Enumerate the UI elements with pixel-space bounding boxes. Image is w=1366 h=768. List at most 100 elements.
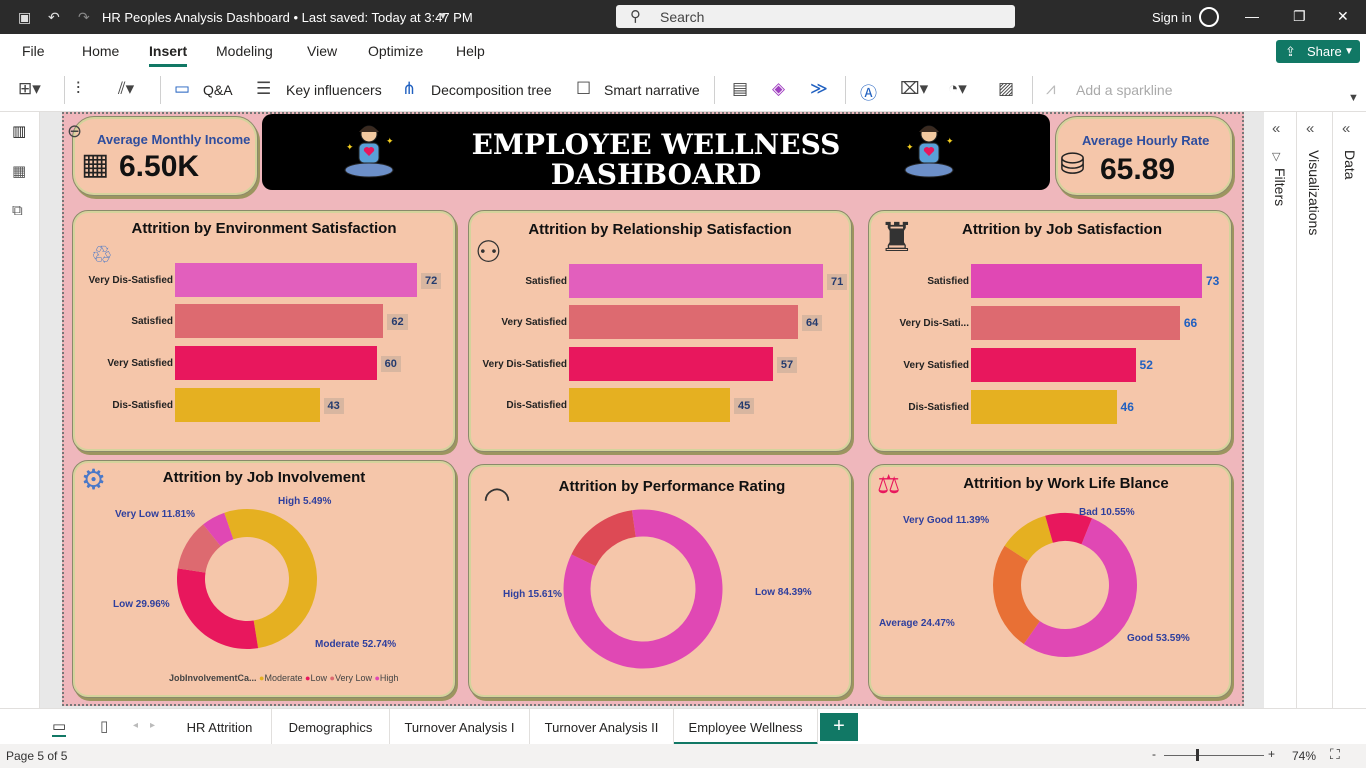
account-icon[interactable] <box>1199 7 1219 27</box>
donut-chart <box>563 509 723 669</box>
desktop-layout-icon[interactable]: ▭ <box>52 717 67 737</box>
paginated-report-icon[interactable]: ▤ <box>732 79 748 99</box>
visualizations-pane-label[interactable]: Visualizations <box>1306 150 1322 235</box>
decomposition-tree-icon[interactable]: ⋔ <box>402 79 416 99</box>
power-apps-icon[interactable]: ◈ <box>772 79 785 99</box>
menu-home[interactable]: Home <box>82 43 119 59</box>
bar[interactable] <box>175 346 377 380</box>
share-button[interactable]: ⇪ Share ▼ <box>1276 40 1360 63</box>
maximize-icon[interactable]: ❐ <box>1293 8 1306 25</box>
donut-slice[interactable] <box>993 545 1040 645</box>
collapse-data-icon[interactable]: « <box>1342 120 1350 137</box>
chart-performance-rating[interactable]: Attrition by Performance Rating ◠ Low 84… <box>468 464 852 698</box>
smart-narrative-button[interactable]: Smart narrative <box>604 82 700 98</box>
report-view-icon[interactable]: ▥ <box>12 122 26 140</box>
decomposition-tree-button[interactable]: Decomposition tree <box>431 82 552 98</box>
menu-view[interactable]: View <box>307 43 337 59</box>
fit-to-page-icon[interactable]: ⛶ <box>1330 746 1340 763</box>
bar[interactable] <box>569 264 823 298</box>
zoom-slider-track[interactable] <box>1164 755 1264 756</box>
prev-page-icon[interactable]: ◂ <box>133 720 138 731</box>
zoom-out-icon[interactable]: - <box>1152 747 1156 761</box>
page-indicator: Page 5 of 5 <box>6 749 68 763</box>
bar[interactable] <box>971 264 1202 298</box>
chart-job-satisfaction[interactable]: Attrition by Job Satisfaction ♜ Satisfie… <box>868 210 1232 452</box>
bar-category-label: Satisfied <box>927 276 969 287</box>
sign-in-link[interactable]: Sign in <box>1152 10 1192 25</box>
bar[interactable] <box>569 305 798 339</box>
bar[interactable] <box>971 390 1117 424</box>
power-automate-icon[interactable]: ≫ <box>810 79 828 99</box>
collapse-visualizations-icon[interactable]: « <box>1306 120 1314 137</box>
close-icon[interactable]: ✕ <box>1337 8 1349 25</box>
bar[interactable] <box>971 348 1136 382</box>
title-dropdown-icon[interactable]: ▼ <box>438 11 448 22</box>
zoom-slider-thumb[interactable] <box>1196 749 1199 761</box>
smart-narrative-icon[interactable]: ☐ <box>576 79 591 99</box>
chart-work-life-balance[interactable]: Attrition by Work Life Blance ⚖ Good 53.… <box>868 464 1232 698</box>
collapse-filters-icon[interactable]: « <box>1272 120 1280 137</box>
menu-file[interactable]: File <box>22 43 45 59</box>
new-visual-icon[interactable]: ⊞▾ <box>18 79 41 99</box>
redo-icon[interactable]: ↷ <box>78 9 90 26</box>
donut-slice[interactable] <box>571 510 636 567</box>
qa-icon[interactable]: ▭ <box>174 79 190 99</box>
filters-pane-label[interactable]: Filters <box>1272 168 1288 206</box>
menu-optimize[interactable]: Optimize <box>368 43 423 59</box>
money-bag-clock-icon: ⛁ <box>1060 148 1086 181</box>
zoom-in-icon[interactable]: + <box>1268 747 1275 761</box>
menu-modeling[interactable]: Modeling <box>216 43 273 59</box>
menu-help[interactable]: Help <box>456 43 485 59</box>
qa-button[interactable]: Q&A <box>203 82 233 98</box>
table-view-icon[interactable]: ▦ <box>12 162 26 180</box>
tab-turnover-analysis-2[interactable]: Turnover Analysis II <box>530 709 674 745</box>
key-influencers-button[interactable]: Key influencers <box>286 82 382 98</box>
bar[interactable] <box>175 304 384 338</box>
chart-legend: JobInvolvementCa... ●Moderate ●Low ●Very… <box>169 673 398 683</box>
chart-relationship-satisfaction[interactable]: Attrition by Relationship Satisfaction ⚇… <box>468 210 852 452</box>
back-arrow-icon[interactable]: ⊖ <box>67 121 82 142</box>
chart-job-involvement[interactable]: Attrition by Job Involvement ⚙ JobInvolv… <box>72 460 456 698</box>
key-influencers-icon[interactable]: ☰ <box>256 79 271 99</box>
bar[interactable] <box>175 263 417 297</box>
undo-icon[interactable]: ↶ <box>48 9 60 26</box>
environment-icon: ♲ <box>91 242 113 269</box>
bar[interactable] <box>971 306 1180 340</box>
search-box[interactable]: ⚲ Search <box>616 5 1015 28</box>
image-icon[interactable]: ▨ <box>998 79 1014 99</box>
data-pane-label[interactable]: Data <box>1342 150 1358 180</box>
mobile-layout-icon[interactable]: ▯ <box>100 717 108 735</box>
legend-item: Very Low <box>334 673 372 683</box>
tab-turnover-analysis-1[interactable]: Turnover Analysis I <box>390 709 530 745</box>
bar[interactable] <box>569 388 730 422</box>
page-tabs: ▭ ▯ ◂ ▸ HR Attrition Demographics Turnov… <box>0 708 1366 745</box>
ribbon-toolbar: ⊞▾ ⫶ ⫽▾ ▭ Q&A ☰ Key influencers ⋔ Decomp… <box>0 68 1366 112</box>
shapes-icon[interactable]: ◔▾ <box>948 79 967 99</box>
kpi-label: Average Hourly Rate <box>1082 133 1210 148</box>
text-box-icon[interactable]: Ⓐ <box>860 79 877 104</box>
buttons-icon[interactable]: ⌧▾ <box>900 79 928 99</box>
legend-item: Low <box>310 673 327 683</box>
chart-icon[interactable]: ⫶ <box>76 79 80 99</box>
model-view-icon[interactable]: ⧉ <box>12 202 23 219</box>
visual-gallery-icon[interactable]: ⫽▾ <box>118 79 134 99</box>
share-icon: ⇪ <box>1285 44 1296 59</box>
minimize-icon[interactable]: — <box>1245 8 1259 24</box>
donut-slice[interactable] <box>177 568 259 649</box>
bar-value-label: 52 <box>1139 358 1153 372</box>
collapse-ribbon-icon[interactable]: ▼ <box>1348 92 1359 104</box>
tab-hr-attrition[interactable]: HR Attrition <box>168 709 272 745</box>
bar-value-label: 72 <box>421 273 442 289</box>
save-icon[interactable]: ▣ <box>18 9 31 26</box>
kpi-avg-monthly-income[interactable]: ⊖ Average Monthly Income ▦ 6.50K <box>67 116 258 196</box>
bar-category-label: Very Satisfied <box>107 358 173 369</box>
chart-env-satisfaction[interactable]: Attrition by Environment Satisfaction ♲ … <box>72 210 456 452</box>
bar[interactable] <box>569 347 773 381</box>
tab-demographics[interactable]: Demographics <box>272 709 390 745</box>
tab-employee-wellness[interactable]: Employee Wellness <box>674 709 818 745</box>
menu-insert[interactable]: Insert <box>149 43 188 67</box>
bar[interactable] <box>175 388 320 422</box>
add-page-button[interactable]: + <box>820 713 858 741</box>
kpi-avg-hourly-rate[interactable]: Average Hourly Rate ⛁ 65.89 <box>1055 116 1233 196</box>
next-page-icon[interactable]: ▸ <box>150 720 155 731</box>
